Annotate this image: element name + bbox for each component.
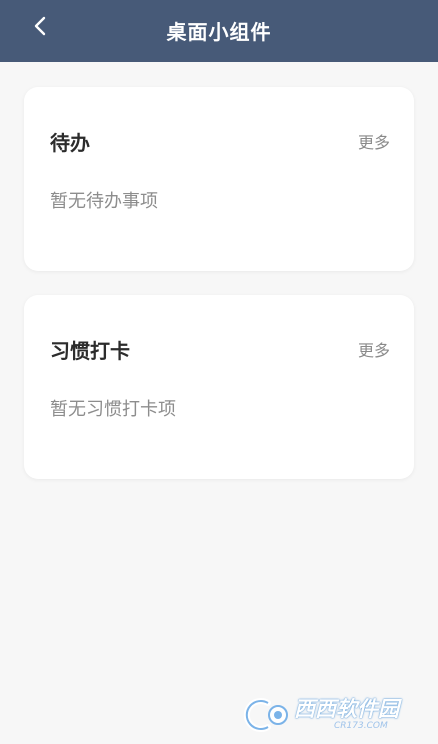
watermark-domain: CR173.COM bbox=[334, 721, 388, 731]
page-title: 桌面小组件 bbox=[166, 20, 272, 44]
todo-card: 待办 更多 暂无待办事项 bbox=[24, 87, 414, 271]
site-watermark: 西西软件园 CR173.COM bbox=[238, 696, 418, 734]
habit-more-link[interactable]: 更多 bbox=[358, 337, 390, 361]
todo-card-title: 待办 bbox=[50, 131, 90, 155]
todo-empty-text: 暂无待办事项 bbox=[50, 191, 158, 212]
habit-empty-text: 暂无习惯打卡项 bbox=[50, 399, 176, 420]
habit-card-title: 习惯打卡 bbox=[50, 339, 130, 363]
todo-more-link[interactable]: 更多 bbox=[358, 129, 390, 153]
watermark-text: 西西软件园 bbox=[294, 697, 399, 721]
watermark-logo-icon bbox=[243, 698, 288, 732]
app-header: 桌面小组件 bbox=[0, 0, 438, 62]
habit-card: 习惯打卡 更多 暂无习惯打卡项 bbox=[24, 295, 414, 479]
